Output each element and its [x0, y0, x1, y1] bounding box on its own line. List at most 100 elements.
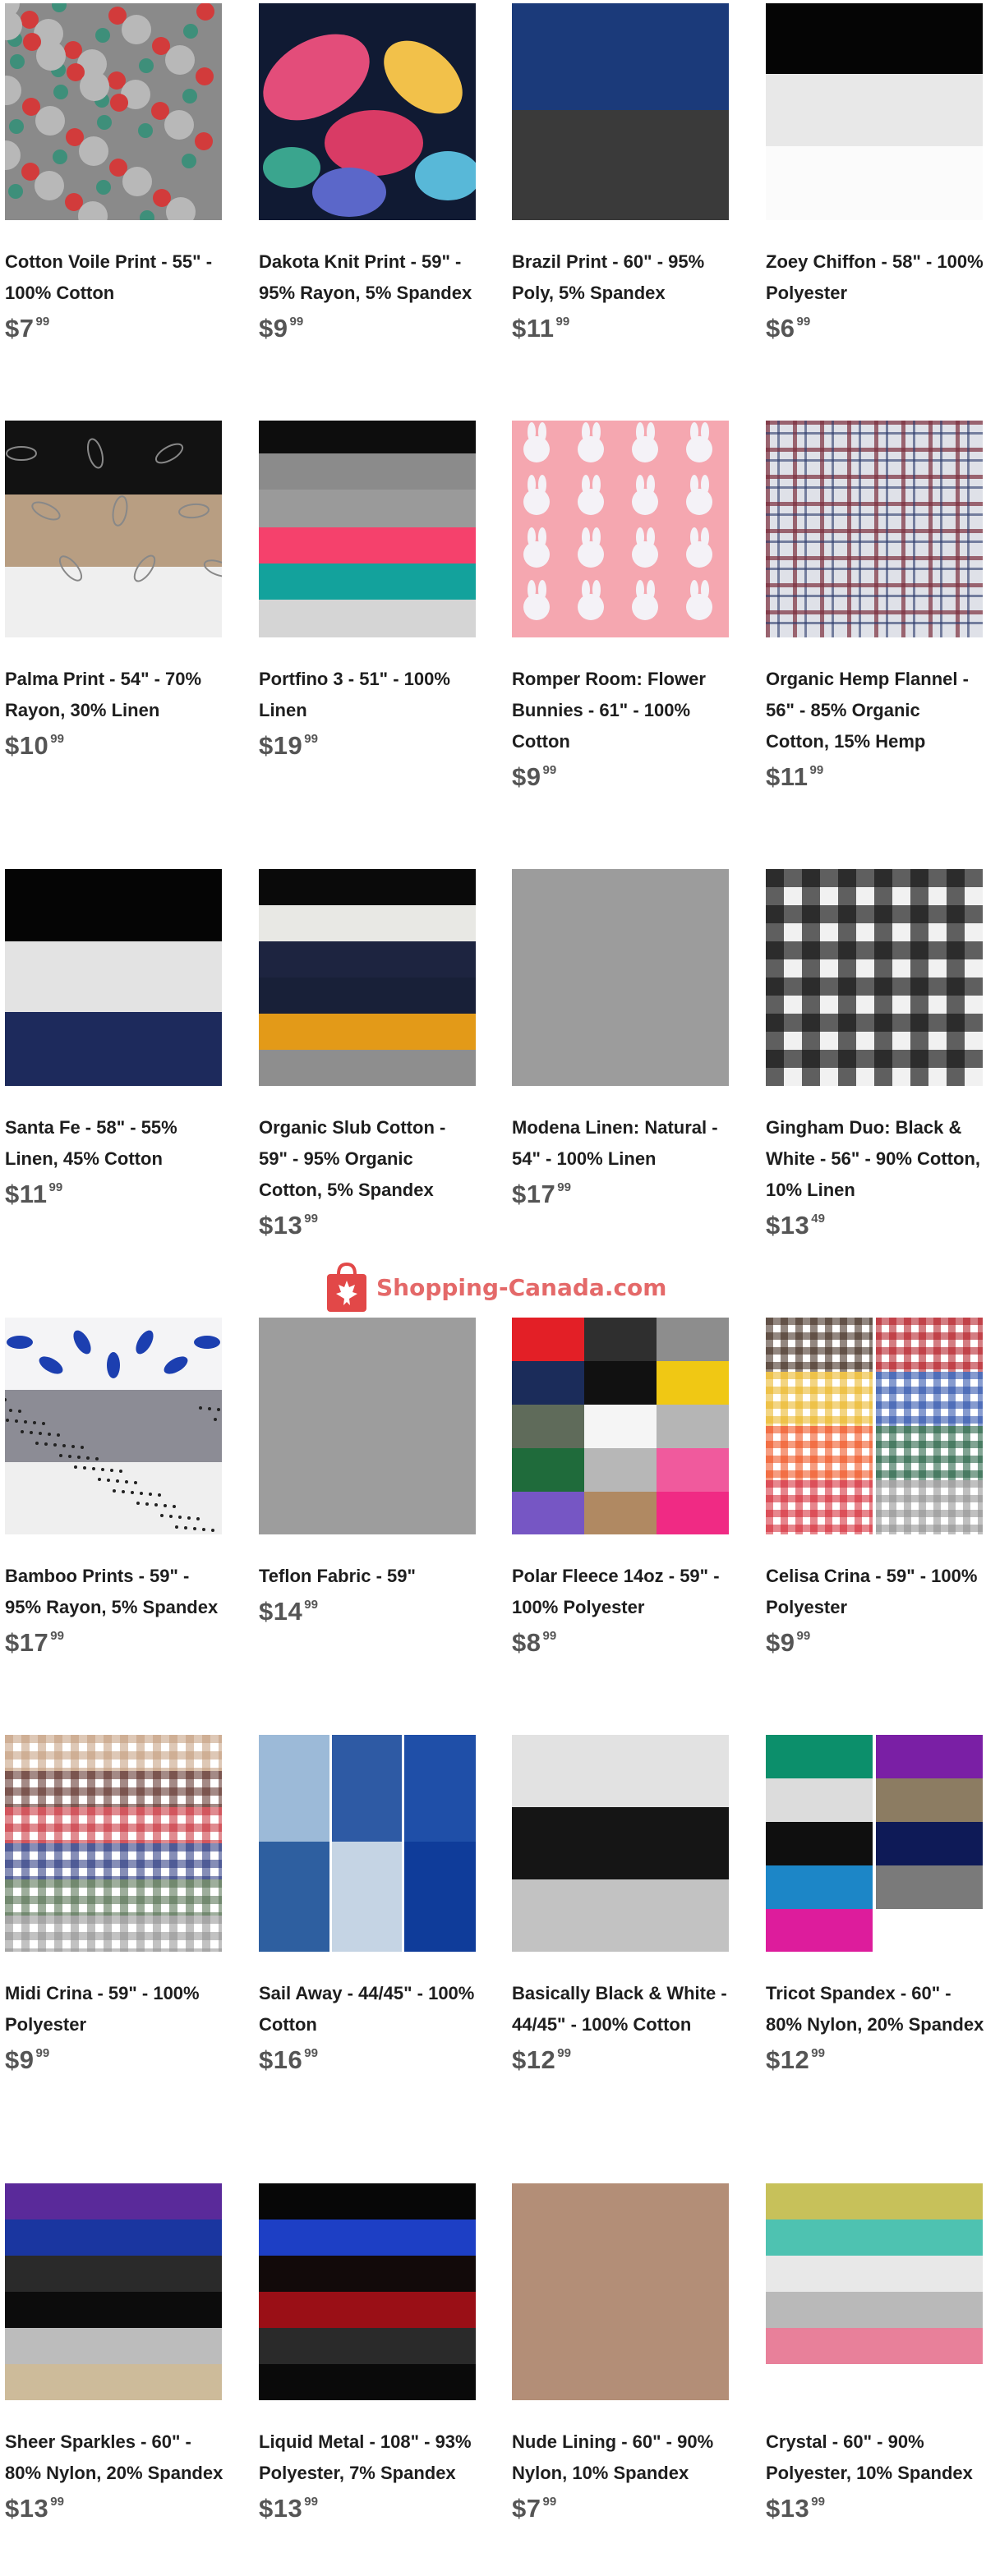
product-image[interactable]	[512, 869, 729, 1086]
product-image[interactable]	[512, 1735, 729, 1952]
product-price: $17 99	[512, 1180, 571, 1209]
price-dollars: $13	[766, 2494, 810, 2523]
product-image[interactable]	[512, 421, 729, 637]
product-image[interactable]	[766, 3, 983, 220]
product-image[interactable]	[5, 1735, 222, 1952]
product-image[interactable]	[259, 1735, 476, 1952]
product-price: $13 99	[766, 2494, 825, 2523]
price-cents: 99	[304, 732, 318, 746]
product-title[interactable]: Organic Hemp Flannel - 56" - 85% Organic…	[766, 664, 986, 757]
product-title[interactable]: Nude Lining - 60" - 90% Nylon, 10% Spand…	[512, 2426, 732, 2489]
product-title[interactable]: Celisa Crina - 59" - 100% Polyester	[766, 1561, 986, 1623]
price-dollars: $6	[766, 314, 795, 343]
product-title[interactable]: Basically Black & White - 44/45" - 100% …	[512, 1978, 732, 2040]
product-title[interactable]: Midi Crina - 59" - 100% Polyester	[5, 1978, 225, 2040]
price-dollars: $19	[259, 731, 303, 760]
price-dollars: $10	[5, 731, 49, 760]
product-title[interactable]: Sheer Sparkles - 60" - 80% Nylon, 20% Sp…	[5, 2426, 225, 2489]
product-image[interactable]	[5, 2183, 222, 2400]
product-image[interactable]	[766, 1318, 983, 1534]
product-title[interactable]: Modena Linen: Natural - 54" - 100% Linen	[512, 1112, 732, 1175]
product-image[interactable]	[766, 421, 983, 637]
product-price: $16 99	[259, 2045, 318, 2075]
price-dollars: $16	[259, 2045, 303, 2074]
product-title[interactable]: Tricot Spandex - 60" - 80% Nylon, 20% Sp…	[766, 1978, 986, 2040]
product-price: $9 99	[512, 762, 556, 792]
price-cents: 99	[35, 2046, 50, 2060]
price-cents: 49	[811, 1212, 825, 1226]
price-dollars: $17	[512, 1180, 556, 1208]
product-image[interactable]	[259, 2183, 476, 2400]
product-price: $13 99	[259, 2494, 318, 2523]
price-cents: 99	[50, 1629, 64, 1643]
price-cents: 99	[304, 1598, 318, 1612]
price-dollars: $13	[766, 1211, 810, 1240]
product-title[interactable]: Cotton Voile Print - 55" - 100% Cotton	[5, 246, 225, 309]
price-cents: 99	[304, 2495, 318, 2509]
product-price: $8 99	[512, 1628, 556, 1658]
product-title[interactable]: Bamboo Prints - 59" - 95% Rayon, 5% Span…	[5, 1561, 225, 1623]
product-price: $9 99	[259, 314, 303, 343]
price-cents: 99	[557, 2046, 571, 2060]
product-image[interactable]	[766, 2183, 983, 2400]
product-image[interactable]	[5, 869, 222, 1086]
product-title[interactable]: Crystal - 60" - 90% Polyester, 10% Spand…	[766, 2426, 986, 2489]
price-dollars: $17	[5, 1628, 49, 1657]
price-cents: 99	[35, 315, 50, 329]
product-price: $7 99	[5, 314, 49, 343]
product-image[interactable]	[512, 3, 729, 220]
product-price: $13 99	[5, 2494, 64, 2523]
price-cents: 99	[304, 2046, 318, 2060]
price-cents: 99	[811, 2046, 825, 2060]
price-cents: 99	[304, 1212, 318, 1226]
product-title[interactable]: Organic Slub Cotton - 59" - 95% Organic …	[259, 1112, 479, 1206]
product-title[interactable]: Polar Fleece 14oz - 59" - 100% Polyester	[512, 1561, 732, 1623]
product-price: $7 99	[512, 2494, 556, 2523]
product-title[interactable]: Portfino 3 - 51" - 100% Linen	[259, 664, 479, 726]
product-title[interactable]: Zoey Chiffon - 58" - 100% Polyester	[766, 246, 986, 309]
price-dollars: $11	[766, 762, 809, 791]
product-title[interactable]: Teflon Fabric - 59"	[259, 1561, 479, 1592]
product-price: $14 99	[259, 1597, 318, 1626]
price-cents: 99	[796, 315, 811, 329]
price-dollars: $13	[259, 1211, 303, 1240]
product-image[interactable]	[5, 1318, 222, 1534]
product-title[interactable]: Romper Room: Flower Bunnies - 61" - 100%…	[512, 664, 732, 757]
price-dollars: $7	[5, 314, 35, 343]
product-title[interactable]: Dakota Knit Print - 59" - 95% Rayon, 5% …	[259, 246, 479, 309]
product-title[interactable]: Gingham Duo: Black & White - 56" - 90% C…	[766, 1112, 986, 1206]
product-image[interactable]	[766, 869, 983, 1086]
price-dollars: $7	[512, 2494, 541, 2523]
product-image[interactable]	[512, 1318, 729, 1534]
product-image[interactable]	[766, 1735, 983, 1952]
product-price: $11 99	[766, 762, 823, 792]
product-price: $10 99	[5, 731, 64, 761]
product-price: $9 99	[5, 2045, 49, 2075]
product-price: $9 99	[766, 1628, 810, 1658]
product-title[interactable]: Palma Print - 54" - 70% Rayon, 30% Linen	[5, 664, 225, 726]
product-image[interactable]	[259, 3, 476, 220]
product-price: $11 99	[512, 314, 569, 343]
product-price: $12 99	[512, 2045, 571, 2075]
product-image[interactable]	[5, 3, 222, 220]
product-title[interactable]: Sail Away - 44/45" - 100% Cotton	[259, 1978, 479, 2040]
price-cents: 99	[542, 1629, 557, 1643]
product-title[interactable]: Santa Fe - 58" - 55% Linen, 45% Cotton	[5, 1112, 225, 1175]
price-cents: 99	[811, 2495, 825, 2509]
price-dollars: $12	[512, 2045, 556, 2074]
product-title[interactable]: Liquid Metal - 108" - 93% Polyester, 7% …	[259, 2426, 479, 2489]
product-image[interactable]	[259, 869, 476, 1086]
price-cents: 99	[555, 315, 570, 329]
product-image[interactable]	[259, 1318, 476, 1534]
maple-leaf-bag-icon	[327, 1262, 366, 1312]
price-dollars: $14	[259, 1597, 303, 1626]
product-image[interactable]	[259, 421, 476, 637]
price-dollars: $9	[259, 314, 288, 343]
price-cents: 99	[796, 1629, 811, 1643]
price-dollars: $11	[5, 1180, 48, 1208]
price-dollars: $13	[259, 2494, 303, 2523]
product-image[interactable]	[5, 421, 222, 637]
price-cents: 99	[50, 2495, 64, 2509]
product-title[interactable]: Brazil Print - 60" - 95% Poly, 5% Spande…	[512, 246, 732, 309]
product-image[interactable]	[512, 2183, 729, 2400]
